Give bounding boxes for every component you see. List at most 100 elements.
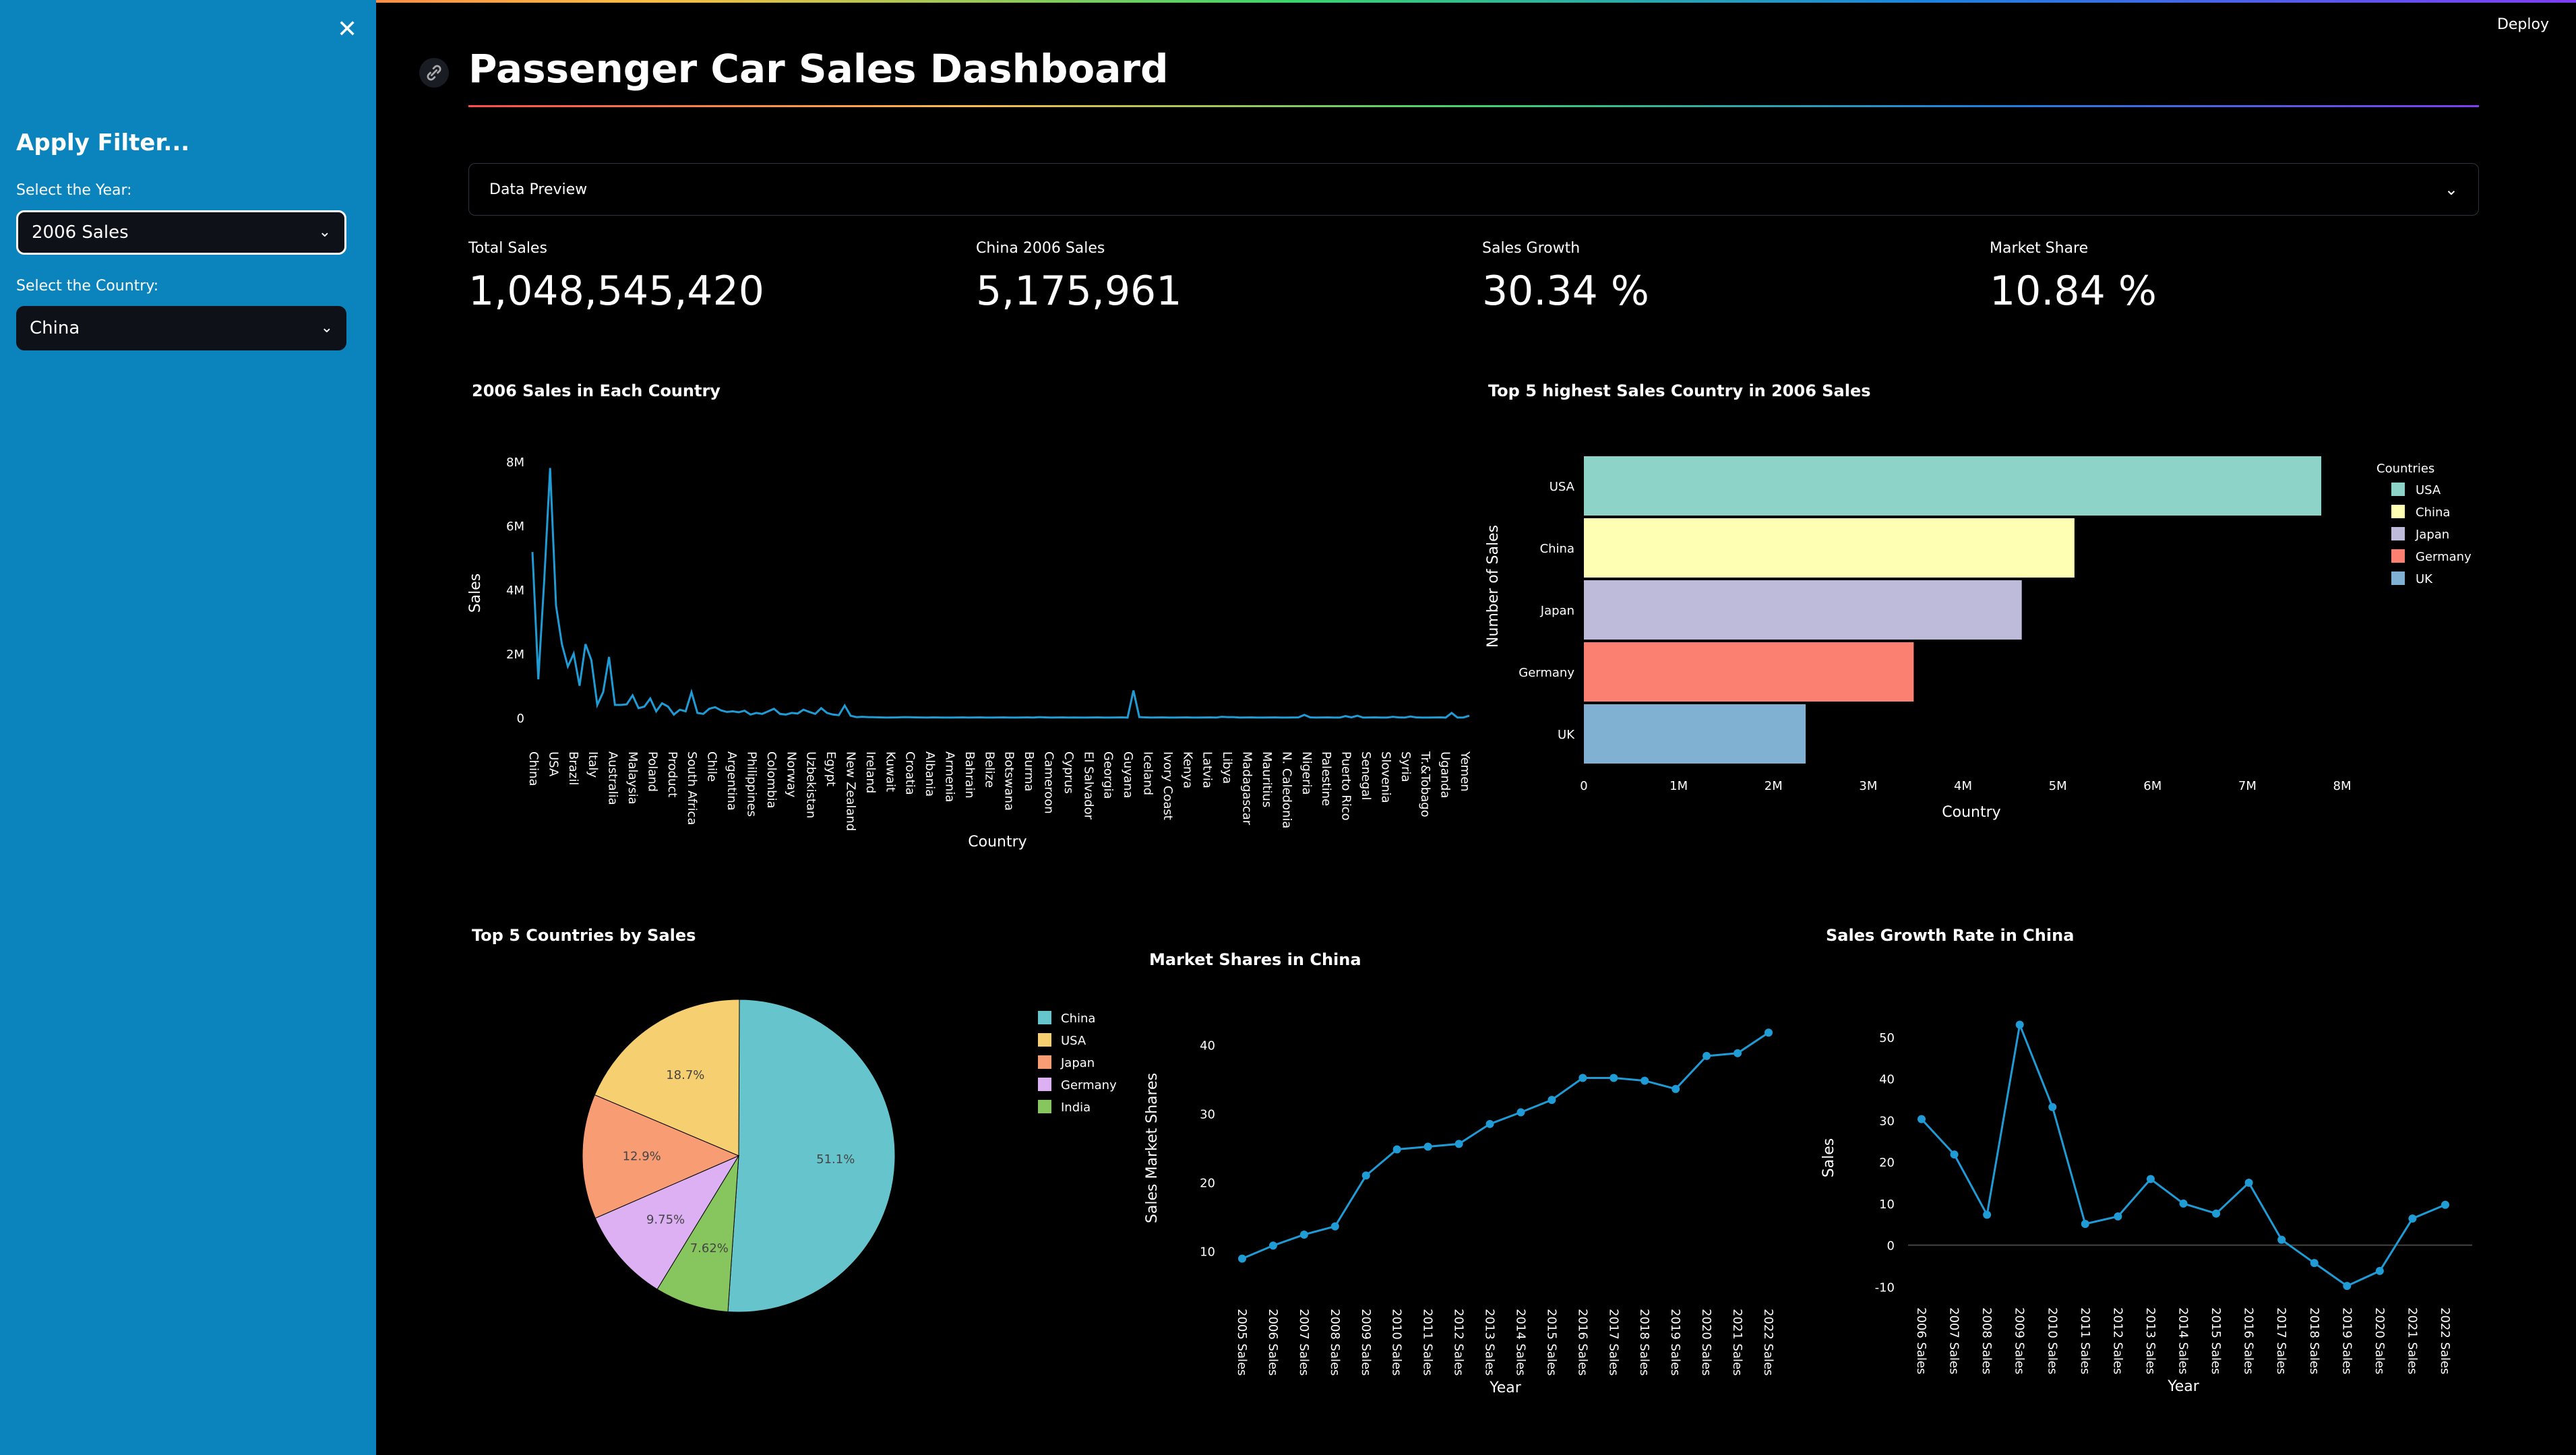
x-tick-label: 2015 Sales: [2209, 1307, 2223, 1374]
data-point: [1330, 1222, 1339, 1231]
data-point: [1983, 1210, 1992, 1219]
x-tick-label: 2021 Sales: [2405, 1307, 2419, 1374]
x-tick-label: Senegal: [1359, 751, 1373, 800]
country-label: Select the Country:: [16, 278, 159, 295]
x-tick-label: Product: [665, 751, 679, 797]
x-tick-label: Guyana: [1121, 751, 1135, 798]
data-point: [2179, 1199, 2188, 1208]
x-tick-label: Kenya: [1180, 751, 1194, 788]
x-tick-label: 2013 Sales: [2143, 1307, 2157, 1374]
data-point: [2114, 1212, 2122, 1221]
x-tick-label: Argentina: [725, 751, 739, 811]
x-tick-label: South Africa: [685, 751, 699, 825]
x-tick-label: 2011 Sales: [2078, 1307, 2092, 1374]
x-tick-label: Poland: [645, 751, 659, 792]
y-tick-label: China: [1540, 542, 1574, 556]
x-tick-label: Botswana: [1002, 751, 1016, 811]
y-axis-label: Sales: [1820, 1138, 1837, 1178]
slice-label: 51.1%: [816, 1152, 855, 1167]
y-tick-label: USA: [1550, 480, 1575, 494]
legend-label: Japan: [2415, 528, 2449, 542]
x-tick-label: Albania: [923, 751, 937, 797]
x-tick-label: Uganda: [1438, 751, 1452, 799]
x-tick-label: 2017 Sales: [1606, 1309, 1620, 1375]
data-point: [2146, 1175, 2155, 1183]
data-point: [2375, 1266, 2384, 1275]
x-tick-label: 1M: [1669, 779, 1688, 793]
country-sales-line-chart: 0 2M 4M 6M 8M China USA Brazil Italy Australia Mal…: [467, 456, 1472, 850]
x-tick-label: 2017 Sales: [2274, 1307, 2288, 1374]
data-point: [1361, 1171, 1370, 1180]
x-tick-label: 2021 Sales: [1730, 1309, 1744, 1375]
country-select[interactable]: China ⌄: [16, 306, 346, 350]
data-preview-expander[interactable]: Data Preview ⌄: [468, 163, 2479, 216]
x-tick-label: Malaysia: [625, 751, 640, 805]
legend-label: USA: [1061, 1034, 1086, 1048]
chart-title: Market Shares in China: [1149, 950, 1361, 969]
legend-label: India: [1061, 1101, 1091, 1115]
x-tick-label: 2008 Sales: [1328, 1309, 1342, 1375]
x-tick-label: El Salvador: [1081, 751, 1095, 820]
x-tick-label: Madagascar: [1240, 751, 1254, 826]
slice-label: 18.7%: [666, 1068, 704, 1082]
sidebar-title: Apply Filter...: [16, 129, 190, 156]
legend-label: Germany: [2416, 550, 2472, 564]
legend-swatch: [1038, 1100, 1051, 1113]
data-point: [1609, 1074, 1618, 1082]
y-tick-label: 8M: [506, 456, 524, 470]
data-point: [2212, 1209, 2221, 1218]
x-tick-label: Belize: [982, 751, 996, 788]
y-tick-label: 30: [1879, 1114, 1895, 1128]
data-point: [1392, 1145, 1401, 1154]
data-point: [1640, 1076, 1649, 1085]
x-tick-label: 2022 Sales: [2438, 1307, 2452, 1374]
metric-value: 30.34 %: [1482, 268, 1649, 315]
legend-label: China: [1061, 1012, 1095, 1026]
chart-title: Top 5 Countries by Sales: [472, 926, 696, 945]
x-tick-label: Mauritius: [1260, 751, 1274, 807]
deploy-button[interactable]: Deploy: [2497, 16, 2549, 33]
metric-value: 10.84 %: [1990, 268, 2157, 315]
data-point: [1950, 1150, 1959, 1159]
data-point: [2015, 1020, 2024, 1029]
legend-label: Japan: [1060, 1056, 1095, 1070]
growth-rate-line-chart: -10 0 10 20 30 40 50 2006 Sales 2007 Sales 2008 S…: [1820, 1020, 2472, 1395]
x-tick-label: Tr.&Tobago: [1418, 751, 1432, 817]
x-tick-label: Latvia: [1200, 751, 1215, 788]
x-tick-label: Colombia: [764, 751, 778, 809]
legend-swatch: [2391, 571, 2405, 585]
legend-label: China: [2416, 505, 2450, 520]
y-axis-label: Sales Market Shares: [1144, 1073, 1161, 1223]
x-tick-label: 2015 Sales: [1544, 1309, 1558, 1375]
x-tick-label: 2008 Sales: [1980, 1307, 1994, 1374]
x-tick-label: USA: [546, 751, 560, 777]
x-tick-label: Italy: [586, 751, 600, 778]
close-icon[interactable]: ✕: [337, 16, 357, 43]
legend-label: USA: [2416, 483, 2441, 497]
x-tick-label: 2014 Sales: [1513, 1309, 1527, 1375]
x-tick-label: 2007 Sales: [1947, 1307, 1961, 1374]
year-select[interactable]: 2006 Sales ⌄: [16, 210, 346, 255]
metric-value: 5,175,961: [976, 268, 1182, 315]
bar: [1584, 518, 2075, 578]
y-tick-label: UK: [1558, 728, 1575, 742]
y-tick-label: 10: [1200, 1245, 1215, 1259]
link-icon[interactable]: [419, 58, 449, 88]
x-tick-label: Philippines: [744, 751, 758, 817]
x-tick-label: 2005 Sales: [1235, 1309, 1249, 1375]
x-tick-label: 6M: [2143, 779, 2161, 793]
legend-label: Germany: [1061, 1078, 1117, 1092]
x-tick-label: Egypt: [824, 751, 838, 786]
legend-swatch: [1038, 1055, 1051, 1069]
metric-market-share: Market Share 10.84 %: [1990, 240, 2157, 315]
metric-label: Total Sales: [468, 240, 547, 257]
y-tick-label: Japan: [1540, 604, 1574, 618]
x-tick-label: Brazil: [566, 751, 580, 785]
x-tick-label: 2012 Sales: [2110, 1307, 2124, 1374]
top5-bar-chart: USA China Japan Germany UK 0 1M 2M 3M 4M 5M 6M 7M 8M C…: [1485, 456, 2472, 821]
chevron-down-icon: ⌄: [2444, 180, 2458, 199]
x-axis-label: Year: [1489, 1380, 1522, 1396]
x-tick-label: 2011 Sales: [1421, 1309, 1435, 1375]
y-tick-label: 20: [1200, 1176, 1215, 1190]
y-tick-label: 20: [1879, 1156, 1895, 1170]
